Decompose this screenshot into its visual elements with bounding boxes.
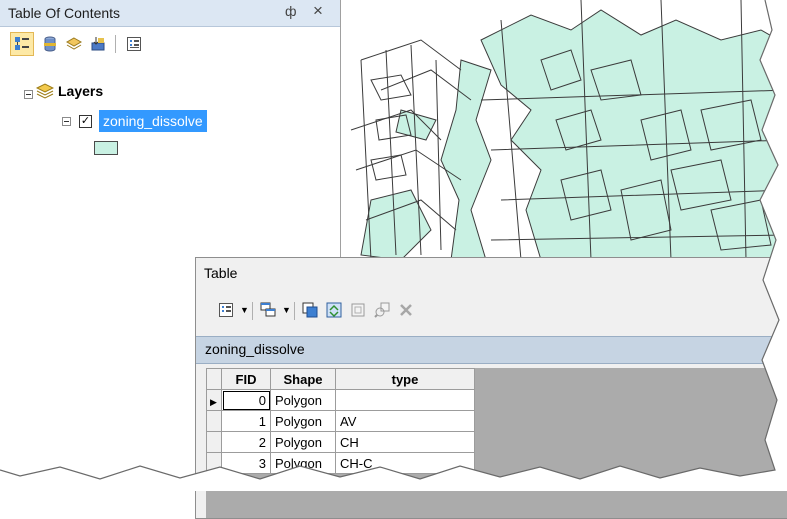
torn-edge-decoration xyxy=(0,0,787,491)
